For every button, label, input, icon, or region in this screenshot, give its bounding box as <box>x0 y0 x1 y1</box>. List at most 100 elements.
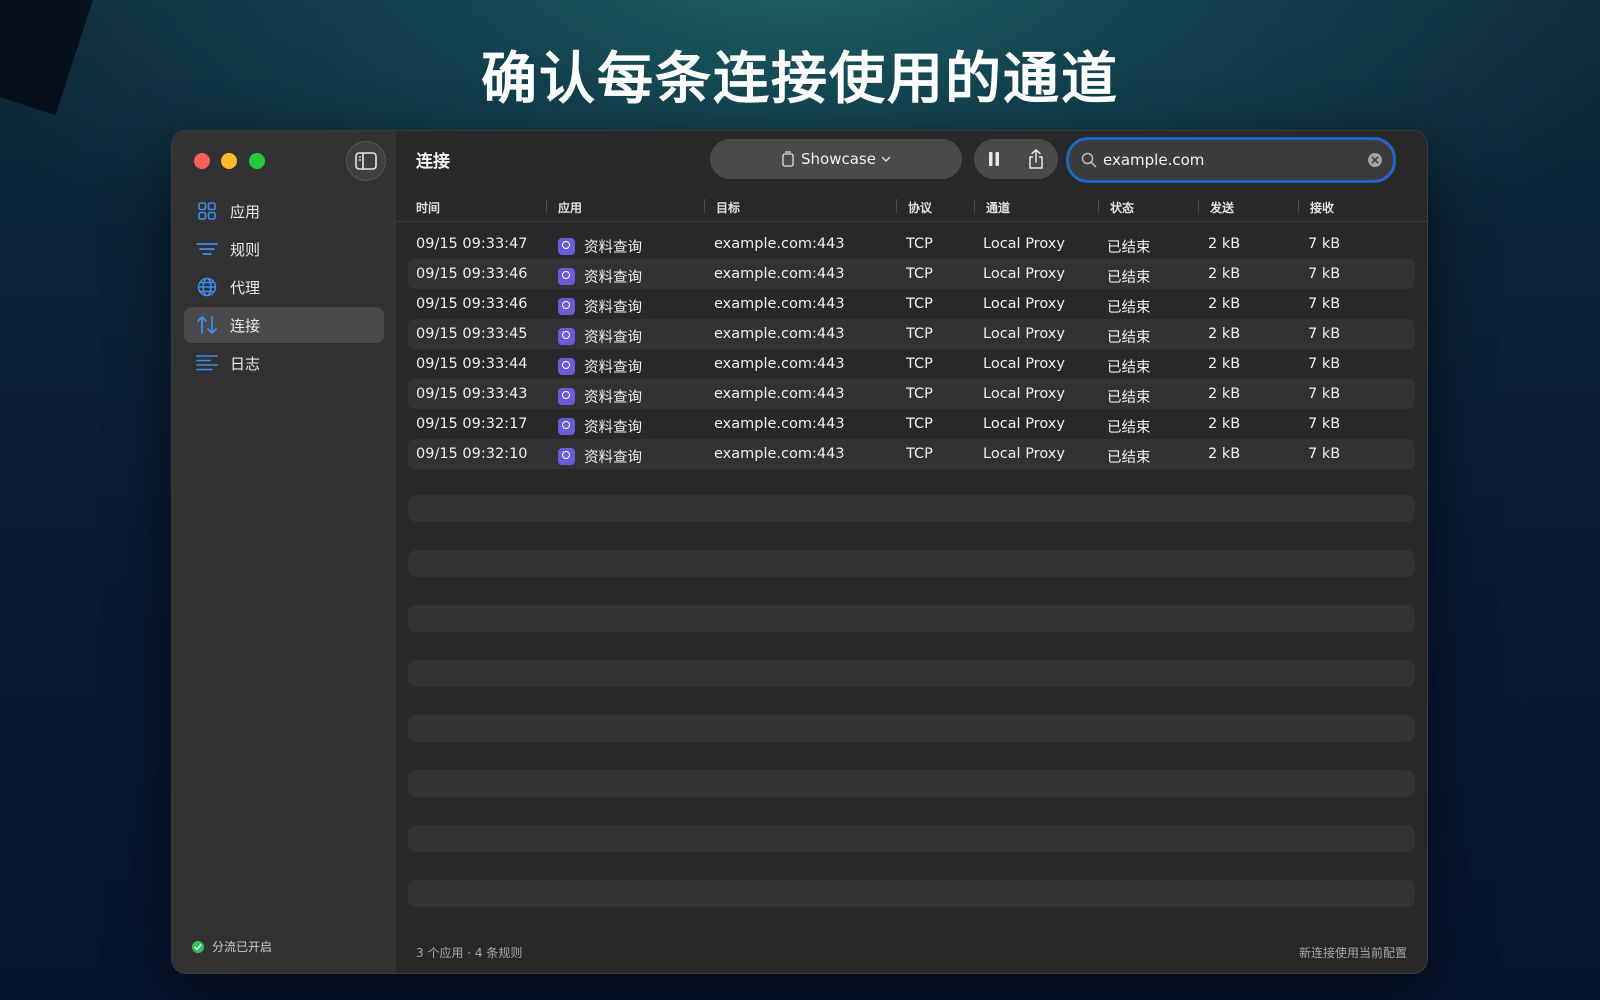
clear-search-button[interactable] <box>1367 152 1383 168</box>
app-search-icon <box>558 418 575 435</box>
cell-received: 7 kB <box>1308 266 1341 282</box>
cell-sent: 2 kB <box>1208 386 1241 402</box>
cell-time: 09/15 09:33:43 <box>416 386 528 402</box>
table-row[interactable]: 09/15 09:33:45 资料查询 example.com:443 TCP Loca… <box>408 319 1415 349</box>
app-search-icon <box>558 238 575 255</box>
app-name: 资料查询 <box>584 270 642 286</box>
empty-row <box>408 715 1415 742</box>
close-window-button[interactable] <box>194 153 210 169</box>
profile-selector-button[interactable]: Showcase <box>710 139 962 179</box>
sidebar: 应用 规则 代理 连接 日志 分流已开启 <box>172 131 396 973</box>
cell-app: 资料查询 <box>558 236 642 257</box>
sidebar-item-label: 连接 <box>230 316 261 335</box>
routing-status-label: 分流已开启 <box>212 940 273 954</box>
checkmark-icon <box>192 940 204 953</box>
empty-row <box>408 495 1415 522</box>
app-name: 资料查询 <box>584 390 642 406</box>
cell-received: 7 kB <box>1308 446 1341 462</box>
sidebar-item-apps[interactable]: 应用 <box>184 193 384 229</box>
cell-status: 已结束 <box>1107 300 1151 316</box>
sidebar-toggle-button[interactable] <box>346 141 386 181</box>
column-protocol[interactable]: 协议 <box>908 199 932 216</box>
sidebar-item-connections[interactable]: 连接 <box>184 307 384 343</box>
sidebar-icon <box>355 152 377 170</box>
app-name: 资料查询 <box>584 360 642 376</box>
table-row[interactable]: 09/15 09:32:10 资料查询 example.com:443 TCP Loca… <box>408 439 1415 469</box>
cell-received: 7 kB <box>1308 296 1341 312</box>
share-button[interactable] <box>1027 148 1045 170</box>
cell-channel: Local Proxy <box>983 326 1065 342</box>
grid-icon <box>196 200 218 222</box>
cell-received: 7 kB <box>1308 236 1341 252</box>
minimize-window-button[interactable] <box>221 153 237 169</box>
column-sent[interactable]: 发送 <box>1210 199 1234 216</box>
headline: 确认每条连接使用的通道 <box>481 47 1119 112</box>
sidebar-item-rules[interactable]: 规则 <box>184 231 384 267</box>
empty-row <box>408 550 1415 577</box>
page-title: 连接 <box>416 152 450 172</box>
cell-target: example.com:443 <box>714 386 845 402</box>
cell-app: 资料查询 <box>558 266 642 287</box>
table-row[interactable]: 09/15 09:33:43 资料查询 example.com:443 TCP Loca… <box>408 379 1415 409</box>
search-field[interactable]: example.com <box>1066 137 1396 183</box>
profile-name: Showcase <box>801 150 876 168</box>
search-input[interactable]: example.com <box>1103 151 1367 169</box>
column-channel[interactable]: 通道 <box>986 199 1010 216</box>
column-target[interactable]: 目标 <box>716 199 740 216</box>
app-search-icon <box>558 448 575 465</box>
empty-row <box>408 825 1415 852</box>
status-summary: 3 个应用 · 4 条规则 <box>416 946 523 960</box>
column-app[interactable]: 应用 <box>558 199 582 216</box>
cell-sent: 2 kB <box>1208 296 1241 312</box>
table-row[interactable]: 09/15 09:33:44 资料查询 example.com:443 TCP Loca… <box>408 349 1415 379</box>
cell-status: 已结束 <box>1107 240 1151 256</box>
share-icon <box>1029 149 1043 169</box>
cell-status: 已结束 <box>1107 330 1151 346</box>
sidebar-item-logs[interactable]: 日志 <box>184 345 384 381</box>
filter-lines-icon <box>196 238 218 260</box>
sidebar-item-proxy[interactable]: 代理 <box>184 269 384 305</box>
connections-table: 09/15 09:33:47 资料查询 example.com:443 TCP Loca… <box>408 229 1415 469</box>
column-divider <box>1198 199 1199 213</box>
pause-button[interactable] <box>987 151 1001 167</box>
column-time[interactable]: 时间 <box>416 199 440 216</box>
cell-target: example.com:443 <box>714 236 845 252</box>
cell-time: 09/15 09:32:17 <box>416 416 528 432</box>
cell-sent: 2 kB <box>1208 266 1241 282</box>
cell-status: 已结束 <box>1107 270 1151 286</box>
cell-channel: Local Proxy <box>983 236 1065 252</box>
cell-received: 7 kB <box>1308 416 1341 432</box>
cell-channel: Local Proxy <box>983 356 1065 372</box>
empty-rows <box>408 495 1415 935</box>
column-received[interactable]: 接收 <box>1310 199 1334 216</box>
cell-target: example.com:443 <box>714 266 845 282</box>
cell-time: 09/15 09:33:47 <box>416 236 528 252</box>
column-status[interactable]: 状态 <box>1110 199 1134 216</box>
cell-protocol: TCP <box>906 236 933 252</box>
table-header: 时间 应用 目标 协议 通道 状态 发送 接收 <box>396 191 1427 222</box>
main-panel: 连接 Showcase example.com 时间 应用 目标 协议 通道 状… <box>396 131 1427 973</box>
cell-received: 7 kB <box>1308 356 1341 372</box>
cell-app: 资料查询 <box>558 386 642 407</box>
document-icon <box>782 151 794 167</box>
column-divider <box>546 199 547 213</box>
cell-protocol: TCP <box>906 356 933 372</box>
cell-time: 09/15 09:33:45 <box>416 326 528 342</box>
cell-channel: Local Proxy <box>983 266 1065 282</box>
cell-channel: Local Proxy <box>983 296 1065 312</box>
table-row[interactable]: 09/15 09:33:46 资料查询 example.com:443 TCP Loca… <box>408 259 1415 289</box>
cell-app: 资料查询 <box>558 296 642 317</box>
app-search-icon <box>558 328 575 345</box>
cell-sent: 2 kB <box>1208 236 1241 252</box>
pause-icon <box>989 152 999 166</box>
table-row[interactable]: 09/15 09:33:47 资料查询 example.com:443 TCP Loca… <box>408 229 1415 259</box>
cell-time: 09/15 09:33:46 <box>416 296 528 312</box>
table-row[interactable]: 09/15 09:33:46 资料查询 example.com:443 TCP Loca… <box>408 289 1415 319</box>
table-row[interactable]: 09/15 09:32:17 资料查询 example.com:443 TCP Loca… <box>408 409 1415 439</box>
cell-time: 09/15 09:33:46 <box>416 266 528 282</box>
app-search-icon <box>558 298 575 315</box>
app-name: 资料查询 <box>584 420 642 436</box>
cell-time: 09/15 09:32:10 <box>416 446 528 462</box>
zoom-window-button[interactable] <box>249 153 265 169</box>
cell-protocol: TCP <box>906 266 933 282</box>
